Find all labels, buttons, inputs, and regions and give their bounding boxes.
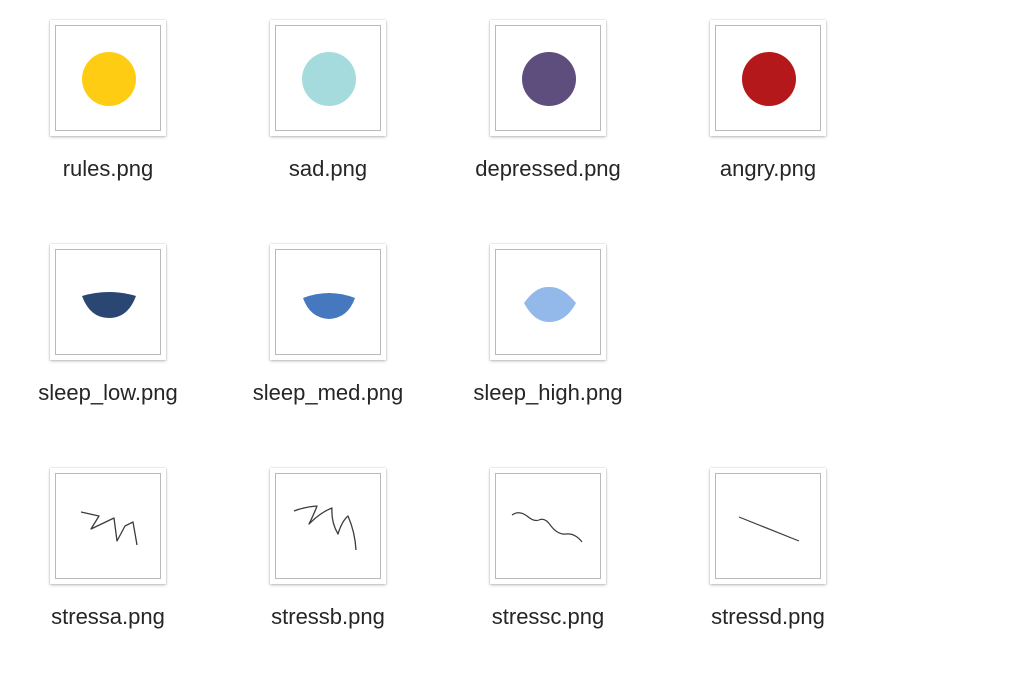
file-item-sleep-med[interactable]: sleep_med.png <box>228 244 428 434</box>
file-name-label: sleep_high.png <box>473 380 623 405</box>
file-thumbnail <box>270 20 386 136</box>
file-thumbnail <box>710 20 826 136</box>
file-thumbnail <box>490 20 606 136</box>
file-icon-grid: rules.png sad.png depressed.png angry.pn… <box>0 0 1020 688</box>
navy-bowl-icon <box>82 292 136 318</box>
red-circle-icon <box>742 52 796 106</box>
purple-circle-icon <box>522 52 576 106</box>
file-item-stressd[interactable]: stressd.png <box>668 468 868 658</box>
file-name-label: stressd.png <box>711 604 825 629</box>
yellow-circle-icon <box>82 52 136 106</box>
file-item-stressb[interactable]: stressb.png <box>228 468 428 658</box>
wavy-line-icon <box>511 512 583 543</box>
large-zigzag-scribble-icon <box>293 505 357 551</box>
file-thumbnail <box>270 468 386 584</box>
file-item-sleep-high[interactable]: sleep_high.png <box>448 244 648 434</box>
file-thumbnail <box>490 244 606 360</box>
file-name-label: rules.png <box>62 156 154 181</box>
file-item-angry[interactable]: angry.png <box>668 20 868 210</box>
file-name-label: angry.png <box>719 156 817 181</box>
file-thumbnail <box>710 468 826 584</box>
file-item-rules[interactable]: rules.png <box>8 20 208 210</box>
teal-circle-icon <box>302 52 356 106</box>
file-thumbnail <box>50 468 166 584</box>
file-item-sleep-low[interactable]: sleep_low.png <box>8 244 208 434</box>
file-name-label: depressed.png <box>475 156 621 181</box>
file-item-sad[interactable]: sad.png <box>228 20 428 210</box>
file-thumbnail <box>50 20 166 136</box>
light-blue-lens-icon <box>524 286 576 322</box>
file-thumbnail <box>270 244 386 360</box>
diagonal-line-icon <box>738 516 800 542</box>
blue-bowl-icon <box>303 293 355 319</box>
file-item-stressa[interactable]: stressa.png <box>8 468 208 658</box>
file-thumbnail <box>50 244 166 360</box>
file-name-label: stressc.png <box>491 604 605 629</box>
file-item-stressc[interactable]: stressc.png <box>448 468 648 658</box>
file-item-depressed[interactable]: depressed.png <box>448 20 648 210</box>
file-name-label: sleep_med.png <box>252 380 404 405</box>
file-name-label: sleep_low.png <box>38 380 178 405</box>
zigzag-scribble-icon <box>80 511 138 546</box>
file-name-label: sad.png <box>288 156 368 181</box>
file-thumbnail <box>490 468 606 584</box>
file-name-label: stressa.png <box>51 604 165 629</box>
file-name-label: stressb.png <box>271 604 385 629</box>
